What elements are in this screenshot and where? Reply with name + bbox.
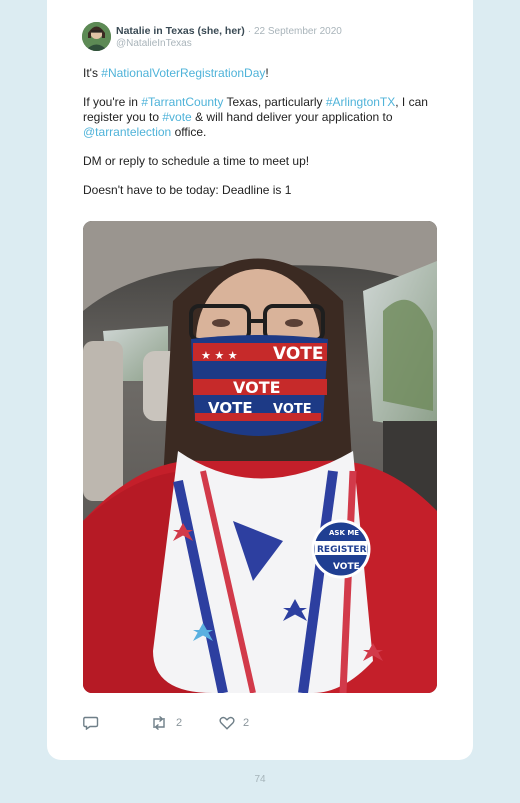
tweet-header: Natalie in Texas (she, her) · 22 Septemb… bbox=[82, 22, 462, 52]
retweet-icon bbox=[150, 716, 168, 730]
text-fragment: If you're in bbox=[83, 95, 142, 109]
tweet-paragraph-3: DM or reply to schedule a time to meet u… bbox=[83, 154, 310, 168]
retweet-button[interactable]: 2 bbox=[150, 715, 182, 731]
tweet-paragraph-2: If you're in #TarrantCounty Texas, parti… bbox=[83, 95, 443, 140]
button-text-top: ASK ME bbox=[329, 529, 359, 537]
hashtag-link[interactable]: #TarrantCounty bbox=[141, 95, 223, 109]
heart-icon bbox=[219, 716, 235, 730]
reply-icon bbox=[83, 716, 99, 730]
tweet-date[interactable]: 22 September 2020 bbox=[254, 26, 342, 37]
tweet-photo[interactable]: VOTE VOTE VOTE VOTE ★ ★ ★ ASK ME REGISTE… bbox=[83, 221, 437, 693]
tweet-text: It's #NationalVoterRegistrationDay! If y… bbox=[83, 66, 443, 212]
hashtag-link[interactable]: #NationalVoterRegistrationDay bbox=[101, 66, 265, 80]
reply-button[interactable] bbox=[83, 715, 99, 731]
display-name[interactable]: Natalie in Texas (she, her) bbox=[116, 25, 245, 37]
tweet-paragraph-4: Doesn't have to be today: Deadline is 1 bbox=[83, 183, 292, 197]
text-fragment: office. bbox=[171, 125, 207, 139]
text-fragment: ! bbox=[265, 66, 269, 80]
avatar[interactable] bbox=[82, 22, 111, 51]
text-fragment: & will hand deliver your application to bbox=[191, 110, 393, 124]
page-number: 74 bbox=[254, 774, 266, 785]
stars-text: ★ ★ ★ bbox=[201, 349, 238, 362]
like-button[interactable]: 2 bbox=[219, 715, 249, 731]
mask-text: VOTE bbox=[233, 378, 281, 397]
hashtag-link[interactable]: #ArlingtonTX bbox=[326, 95, 395, 109]
user-handle[interactable]: @NatalieInTexas bbox=[116, 38, 192, 49]
button-text-bottom: VOTE bbox=[333, 562, 360, 572]
mention-link[interactable]: @tarrantelection bbox=[83, 125, 171, 139]
text-fragment: It's bbox=[83, 66, 102, 80]
name-line: Natalie in Texas (she, her) · 22 Septemb… bbox=[116, 25, 342, 37]
separator: · bbox=[247, 26, 252, 37]
tweet-actions: 2 2 bbox=[83, 715, 383, 733]
button-text-middle: REGISTER bbox=[317, 545, 367, 555]
text-fragment: Texas, particularly bbox=[223, 95, 326, 109]
retweet-count: 2 bbox=[176, 717, 183, 729]
tweet-paragraph-1: It's #NationalVoterRegistrationDay! bbox=[83, 66, 443, 81]
hashtag-link[interactable]: #vote bbox=[162, 110, 191, 124]
mask-text: VOTE bbox=[208, 399, 253, 417]
tweet-card: Natalie in Texas (she, her) · 22 Septemb… bbox=[47, 0, 473, 760]
mask-text: VOTE bbox=[273, 344, 324, 364]
mask-text: VOTE bbox=[273, 402, 312, 417]
like-count: 2 bbox=[243, 717, 250, 729]
